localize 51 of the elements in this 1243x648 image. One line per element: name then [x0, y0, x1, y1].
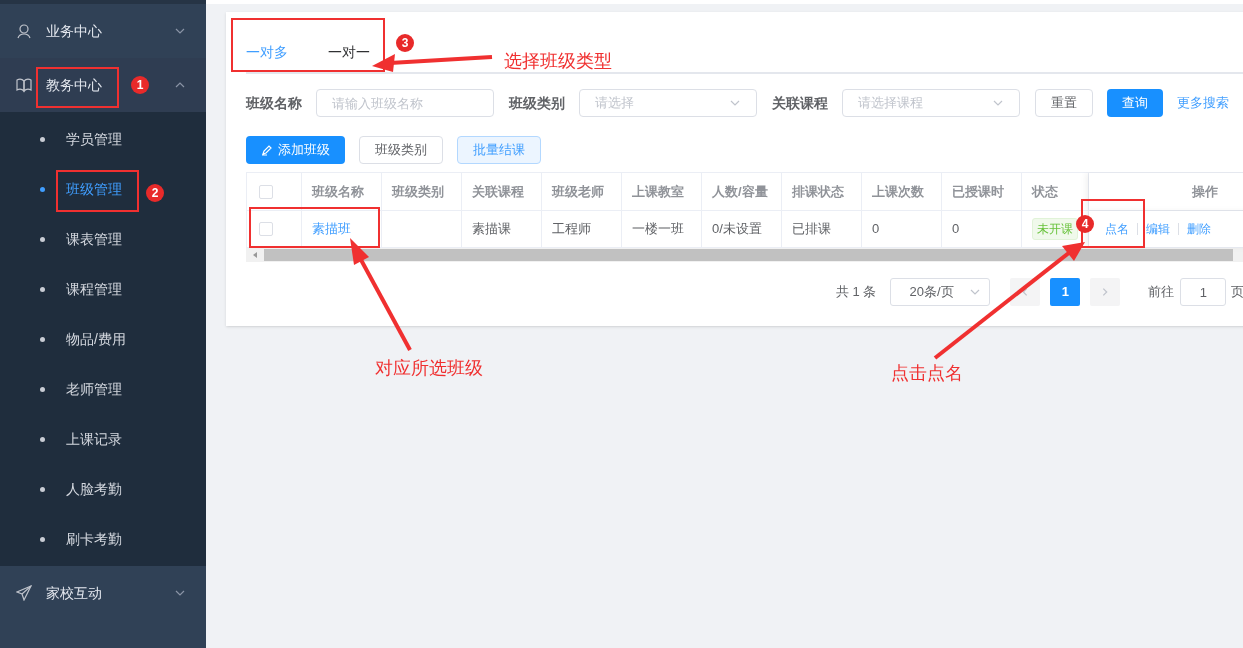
table-cell-text: 工程师	[552, 220, 591, 239]
paper-plane-icon	[16, 585, 32, 601]
page-size-select[interactable]: 20条/页	[890, 278, 991, 306]
total-count: 共 1 条	[836, 283, 877, 302]
column-header: 排课状态	[782, 173, 862, 210]
column-header: 班级老师	[542, 173, 622, 210]
page-suffix: 页	[1231, 283, 1243, 302]
table-cell-text: 已排课	[792, 220, 831, 239]
submenu-item[interactable]: 班级管理	[40, 178, 122, 200]
annotation-label: 点击点名	[891, 362, 963, 384]
filter-label: 班级名称	[246, 93, 302, 113]
column-header: 人数/容量	[702, 173, 782, 210]
submenu-item[interactable]: 课程管理	[40, 278, 122, 300]
filter-button[interactable]: 重置	[1035, 89, 1093, 117]
goto-label: 前往	[1148, 283, 1175, 302]
submenu-item[interactable]: 老师管理	[40, 378, 122, 400]
submenu-item[interactable]: 刷卡考勤	[40, 528, 122, 550]
table-cell-text: 0/未设置	[712, 220, 762, 239]
text-input[interactable]: 请输入班级名称	[316, 89, 494, 117]
filter-label: 班级类别	[509, 93, 565, 113]
table-cell-text: 0	[872, 220, 880, 239]
horizontal-scrollbar[interactable]	[246, 248, 1243, 262]
pencil-icon	[261, 144, 273, 156]
submenu-item[interactable]: 物品/费用	[40, 328, 126, 350]
column-header: 关联课程	[462, 173, 542, 210]
submenu-item[interactable]: 学员管理	[40, 128, 122, 150]
status-tag: 未开课	[1032, 218, 1078, 240]
column-header: 上课教室	[622, 173, 702, 210]
submenu-item[interactable]: 人脸考勤	[40, 478, 122, 500]
row-checkbox[interactable]	[259, 222, 273, 236]
annotation-label: 对应所选班级	[375, 357, 483, 379]
column-header: 上课次数	[862, 173, 942, 210]
tab[interactable]: 一对一	[328, 42, 370, 62]
select-all-checkbox[interactable]	[259, 184, 273, 199]
filter-label: 关联课程	[772, 93, 828, 113]
toolbar-button[interactable]: 班级类别	[359, 136, 443, 164]
table-cell-text: 0	[952, 220, 960, 239]
annotation-label: 选择班级类型	[504, 50, 612, 72]
submenu-item[interactable]: 上课记录	[40, 428, 122, 450]
user-icon	[16, 23, 32, 39]
table-cell-text: 一楼一班	[632, 220, 684, 239]
column-header: 操作	[1089, 173, 1243, 210]
book-icon	[16, 77, 32, 93]
column-header: 状态	[1022, 173, 1089, 210]
column-header: 已授课时	[942, 173, 1022, 210]
submenu-item[interactable]: 课表管理	[40, 228, 122, 250]
column-header: 班级名称	[302, 173, 382, 210]
column-header: 班级类别	[382, 173, 462, 210]
page-number-input[interactable]: 1	[1180, 278, 1227, 306]
table-cell-text: 素描课	[472, 220, 511, 239]
scroll-left-arrow-icon[interactable]	[251, 251, 259, 259]
